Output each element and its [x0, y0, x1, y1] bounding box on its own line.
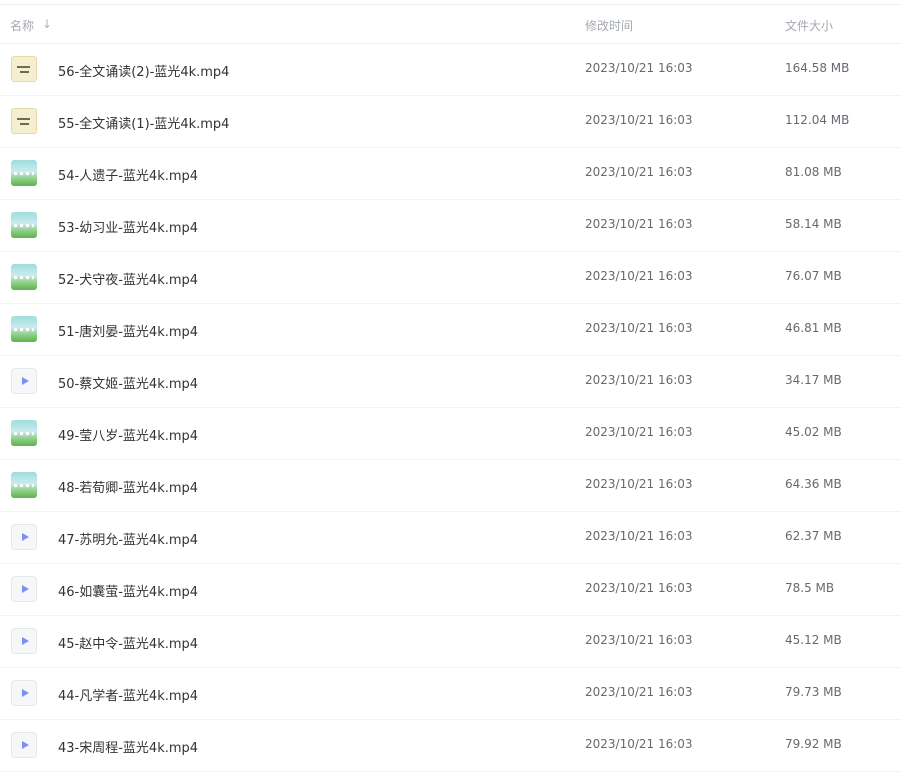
file-modified-time: 2023/10/21 16:03: [585, 477, 693, 491]
file-size: 79.73 MB: [785, 685, 842, 699]
column-header-name[interactable]: 名称: [10, 17, 34, 34]
video-thumbnail-scene-icon: [11, 420, 37, 446]
sort-arrow-down-icon[interactable]: ↓: [42, 17, 52, 31]
file-row[interactable]: 56-全文诵读(2)-蓝光4k.mp4 2023/10/21 16:03 164.5…: [0, 44, 901, 96]
column-header-file-size[interactable]: 文件大小: [785, 17, 833, 34]
file-name[interactable]: 43-宋周程-蓝光4k.mp4: [58, 737, 198, 756]
file-row[interactable]: 48-若荀卿-蓝光4k.mp4 2023/10/21 16:03 64.36 MB: [0, 460, 901, 512]
file-name[interactable]: 50-蔡文姬-蓝光4k.mp4: [58, 373, 198, 392]
video-file-play-icon: [11, 680, 37, 706]
file-name[interactable]: 44-凡学者-蓝光4k.mp4: [58, 685, 198, 704]
file-modified-time: 2023/10/21 16:03: [585, 269, 693, 283]
file-row[interactable]: 54-人遗子-蓝光4k.mp4 2023/10/21 16:03 81.08 MB: [0, 148, 901, 200]
file-modified-time: 2023/10/21 16:03: [585, 217, 693, 231]
video-file-play-icon: [11, 628, 37, 654]
file-size: 34.17 MB: [785, 373, 842, 387]
file-name[interactable]: 56-全文诵读(2)-蓝光4k.mp4: [58, 61, 229, 80]
file-size: 76.07 MB: [785, 269, 842, 283]
file-size: 79.92 MB: [785, 737, 842, 751]
file-size: 45.12 MB: [785, 633, 842, 647]
file-size: 58.14 MB: [785, 217, 842, 231]
file-size: 164.58 MB: [785, 61, 850, 75]
file-name[interactable]: 52-犬守夜-蓝光4k.mp4: [58, 269, 198, 288]
file-name[interactable]: 53-幼习业-蓝光4k.mp4: [58, 217, 198, 236]
file-row[interactable]: 44-凡学者-蓝光4k.mp4 2023/10/21 16:03 79.73 MB: [0, 668, 901, 720]
file-modified-time: 2023/10/21 16:03: [585, 685, 693, 699]
file-row[interactable]: 47-苏明允-蓝光4k.mp4 2023/10/21 16:03 62.37 MB: [0, 512, 901, 564]
file-row[interactable]: 45-赵中令-蓝光4k.mp4 2023/10/21 16:03 45.12 MB: [0, 616, 901, 668]
file-modified-time: 2023/10/21 16:03: [585, 737, 693, 751]
file-name[interactable]: 46-如囊萤-蓝光4k.mp4: [58, 581, 198, 600]
file-size: 112.04 MB: [785, 113, 850, 127]
file-row[interactable]: 46-如囊萤-蓝光4k.mp4 2023/10/21 16:03 78.5 MB: [0, 564, 901, 616]
file-modified-time: 2023/10/21 16:03: [585, 165, 693, 179]
file-size: 62.37 MB: [785, 529, 842, 543]
video-thumbnail-scene-icon: [11, 212, 37, 238]
video-thumbnail-scene-icon: [11, 472, 37, 498]
video-thumbnail-scene-icon: [11, 264, 37, 290]
file-list-header: 名称 ↓ 修改时间 文件大小: [0, 5, 901, 44]
file-modified-time: 2023/10/21 16:03: [585, 113, 693, 127]
file-row[interactable]: 51-唐刘晏-蓝光4k.mp4 2023/10/21 16:03 46.81 MB: [0, 304, 901, 356]
file-row[interactable]: 52-犬守夜-蓝光4k.mp4 2023/10/21 16:03 76.07 MB: [0, 252, 901, 304]
file-modified-time: 2023/10/21 16:03: [585, 529, 693, 543]
file-row[interactable]: 50-蔡文姬-蓝光4k.mp4 2023/10/21 16:03 34.17 MB: [0, 356, 901, 408]
file-name[interactable]: 47-苏明允-蓝光4k.mp4: [58, 529, 198, 548]
file-size: 81.08 MB: [785, 165, 842, 179]
video-file-play-icon: [11, 576, 37, 602]
video-thumbnail-document-icon: [11, 56, 37, 82]
file-row[interactable]: 53-幼习业-蓝光4k.mp4 2023/10/21 16:03 58.14 MB: [0, 200, 901, 252]
file-size: 64.36 MB: [785, 477, 842, 491]
file-row[interactable]: 55-全文诵读(1)-蓝光4k.mp4 2023/10/21 16:03 112.0…: [0, 96, 901, 148]
file-modified-time: 2023/10/21 16:03: [585, 373, 693, 387]
file-name[interactable]: 49-莹八岁-蓝光4k.mp4: [58, 425, 198, 444]
file-modified-time: 2023/10/21 16:03: [585, 633, 693, 647]
file-modified-time: 2023/10/21 16:03: [585, 61, 693, 75]
file-name[interactable]: 51-唐刘晏-蓝光4k.mp4: [58, 321, 198, 340]
video-file-play-icon: [11, 732, 37, 758]
file-modified-time: 2023/10/21 16:03: [585, 425, 693, 439]
file-name[interactable]: 55-全文诵读(1)-蓝光4k.mp4: [58, 113, 229, 132]
video-thumbnail-document-icon: [11, 108, 37, 134]
file-modified-time: 2023/10/21 16:03: [585, 321, 693, 335]
file-size: 78.5 MB: [785, 581, 835, 595]
video-file-play-icon: [11, 368, 37, 394]
file-name[interactable]: 48-若荀卿-蓝光4k.mp4: [58, 477, 198, 496]
file-name[interactable]: 45-赵中令-蓝光4k.mp4: [58, 633, 198, 652]
video-file-play-icon: [11, 524, 37, 550]
file-row[interactable]: 43-宋周程-蓝光4k.mp4 2023/10/21 16:03 79.92 MB: [0, 720, 901, 772]
file-name[interactable]: 54-人遗子-蓝光4k.mp4: [58, 165, 198, 184]
file-modified-time: 2023/10/21 16:03: [585, 581, 693, 595]
file-row[interactable]: 49-莹八岁-蓝光4k.mp4 2023/10/21 16:03 45.02 MB: [0, 408, 901, 460]
video-thumbnail-scene-icon: [11, 316, 37, 342]
video-thumbnail-scene-icon: [11, 160, 37, 186]
file-list: 56-全文诵读(2)-蓝光4k.mp4 2023/10/21 16:03 164.5…: [0, 44, 901, 772]
file-size: 46.81 MB: [785, 321, 842, 335]
file-size: 45.02 MB: [785, 425, 842, 439]
column-header-modified-time[interactable]: 修改时间: [585, 17, 633, 34]
